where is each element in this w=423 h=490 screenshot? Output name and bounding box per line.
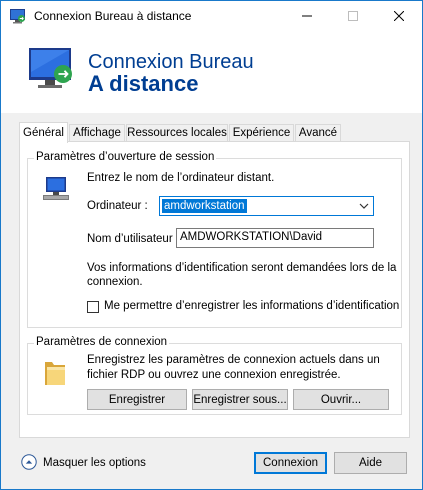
help-button[interactable]: Aide — [334, 452, 407, 474]
connection-desc-line1: Enregistrez les paramètres de connexion … — [87, 354, 380, 366]
connection-settings-title: Paramètres de connexion — [34, 336, 170, 348]
computer-icon — [43, 177, 69, 200]
minimize-icon — [302, 15, 312, 17]
tab-panel-general: Paramètres d’ouverture de session Entrez… — [19, 141, 410, 438]
minimize-button[interactable] — [284, 1, 330, 31]
username-field[interactable]: AMDWORKSTATION\David — [176, 228, 374, 248]
credential-info-line2: connexion. — [87, 276, 143, 288]
computer-combobox[interactable]: amdworkstation — [159, 196, 374, 216]
banner-title-line2: A distance — [88, 71, 199, 96]
computer-label: Ordinateur : — [87, 200, 148, 212]
tab-local-resources[interactable]: Ressources locales — [126, 124, 228, 141]
remember-credentials-checkbox[interactable] — [87, 301, 99, 313]
open-button[interactable]: Ouvrir... — [293, 389, 389, 410]
chevron-up-circle-icon[interactable] — [21, 454, 37, 470]
remember-credentials-label[interactable]: Me permettre d’enregistrer les informati… — [104, 300, 399, 312]
connection-desc-line2: fichier RDP ou ouvrez une connexion enre… — [87, 369, 341, 381]
tab-experience[interactable]: Expérience — [229, 124, 294, 141]
window-title: Connexion Bureau à distance — [34, 9, 192, 23]
tab-strip: Général Affichage Ressources locales Exp… — [19, 122, 409, 143]
folder-icon — [45, 362, 65, 385]
instruction-text: Entrez le nom de l’ordinateur distant. — [87, 172, 275, 184]
credential-info-line1: Vos informations d’identification seront… — [87, 262, 397, 274]
tab-general[interactable]: Général — [19, 122, 68, 143]
maximize-button[interactable] — [330, 1, 376, 31]
connect-button[interactable]: Connexion — [254, 452, 327, 474]
remote-desktop-icon — [10, 9, 25, 24]
hide-options-link[interactable]: Masquer les options — [43, 457, 146, 469]
close-button[interactable] — [376, 1, 422, 31]
rdp-window: Connexion Bureau à distance Connexion Bu… — [0, 0, 423, 490]
remote-desktop-monitor-icon — [29, 48, 72, 88]
tab-advanced[interactable]: Avancé — [295, 124, 341, 141]
logon-settings-title: Paramètres d’ouverture de session — [34, 151, 217, 163]
close-icon — [394, 11, 404, 21]
save-button[interactable]: Enregistrer — [87, 389, 187, 410]
username-label: Nom d’utilisateur : — [87, 233, 180, 245]
banner: Connexion Bureau A distance — [1, 31, 422, 113]
computer-value: amdworkstation — [162, 199, 247, 213]
title-bar[interactable]: Connexion Bureau à distance — [1, 1, 422, 31]
maximize-icon — [348, 11, 358, 21]
chevron-down-icon[interactable] — [359, 201, 369, 211]
logon-settings-group: Paramètres d’ouverture de session Entrez… — [27, 151, 402, 328]
connection-settings-group: Paramètres de connexion Enregistrez les … — [27, 336, 402, 415]
tab-display[interactable]: Affichage — [69, 124, 125, 141]
save-as-button[interactable]: Enregistrer sous... — [192, 389, 288, 410]
